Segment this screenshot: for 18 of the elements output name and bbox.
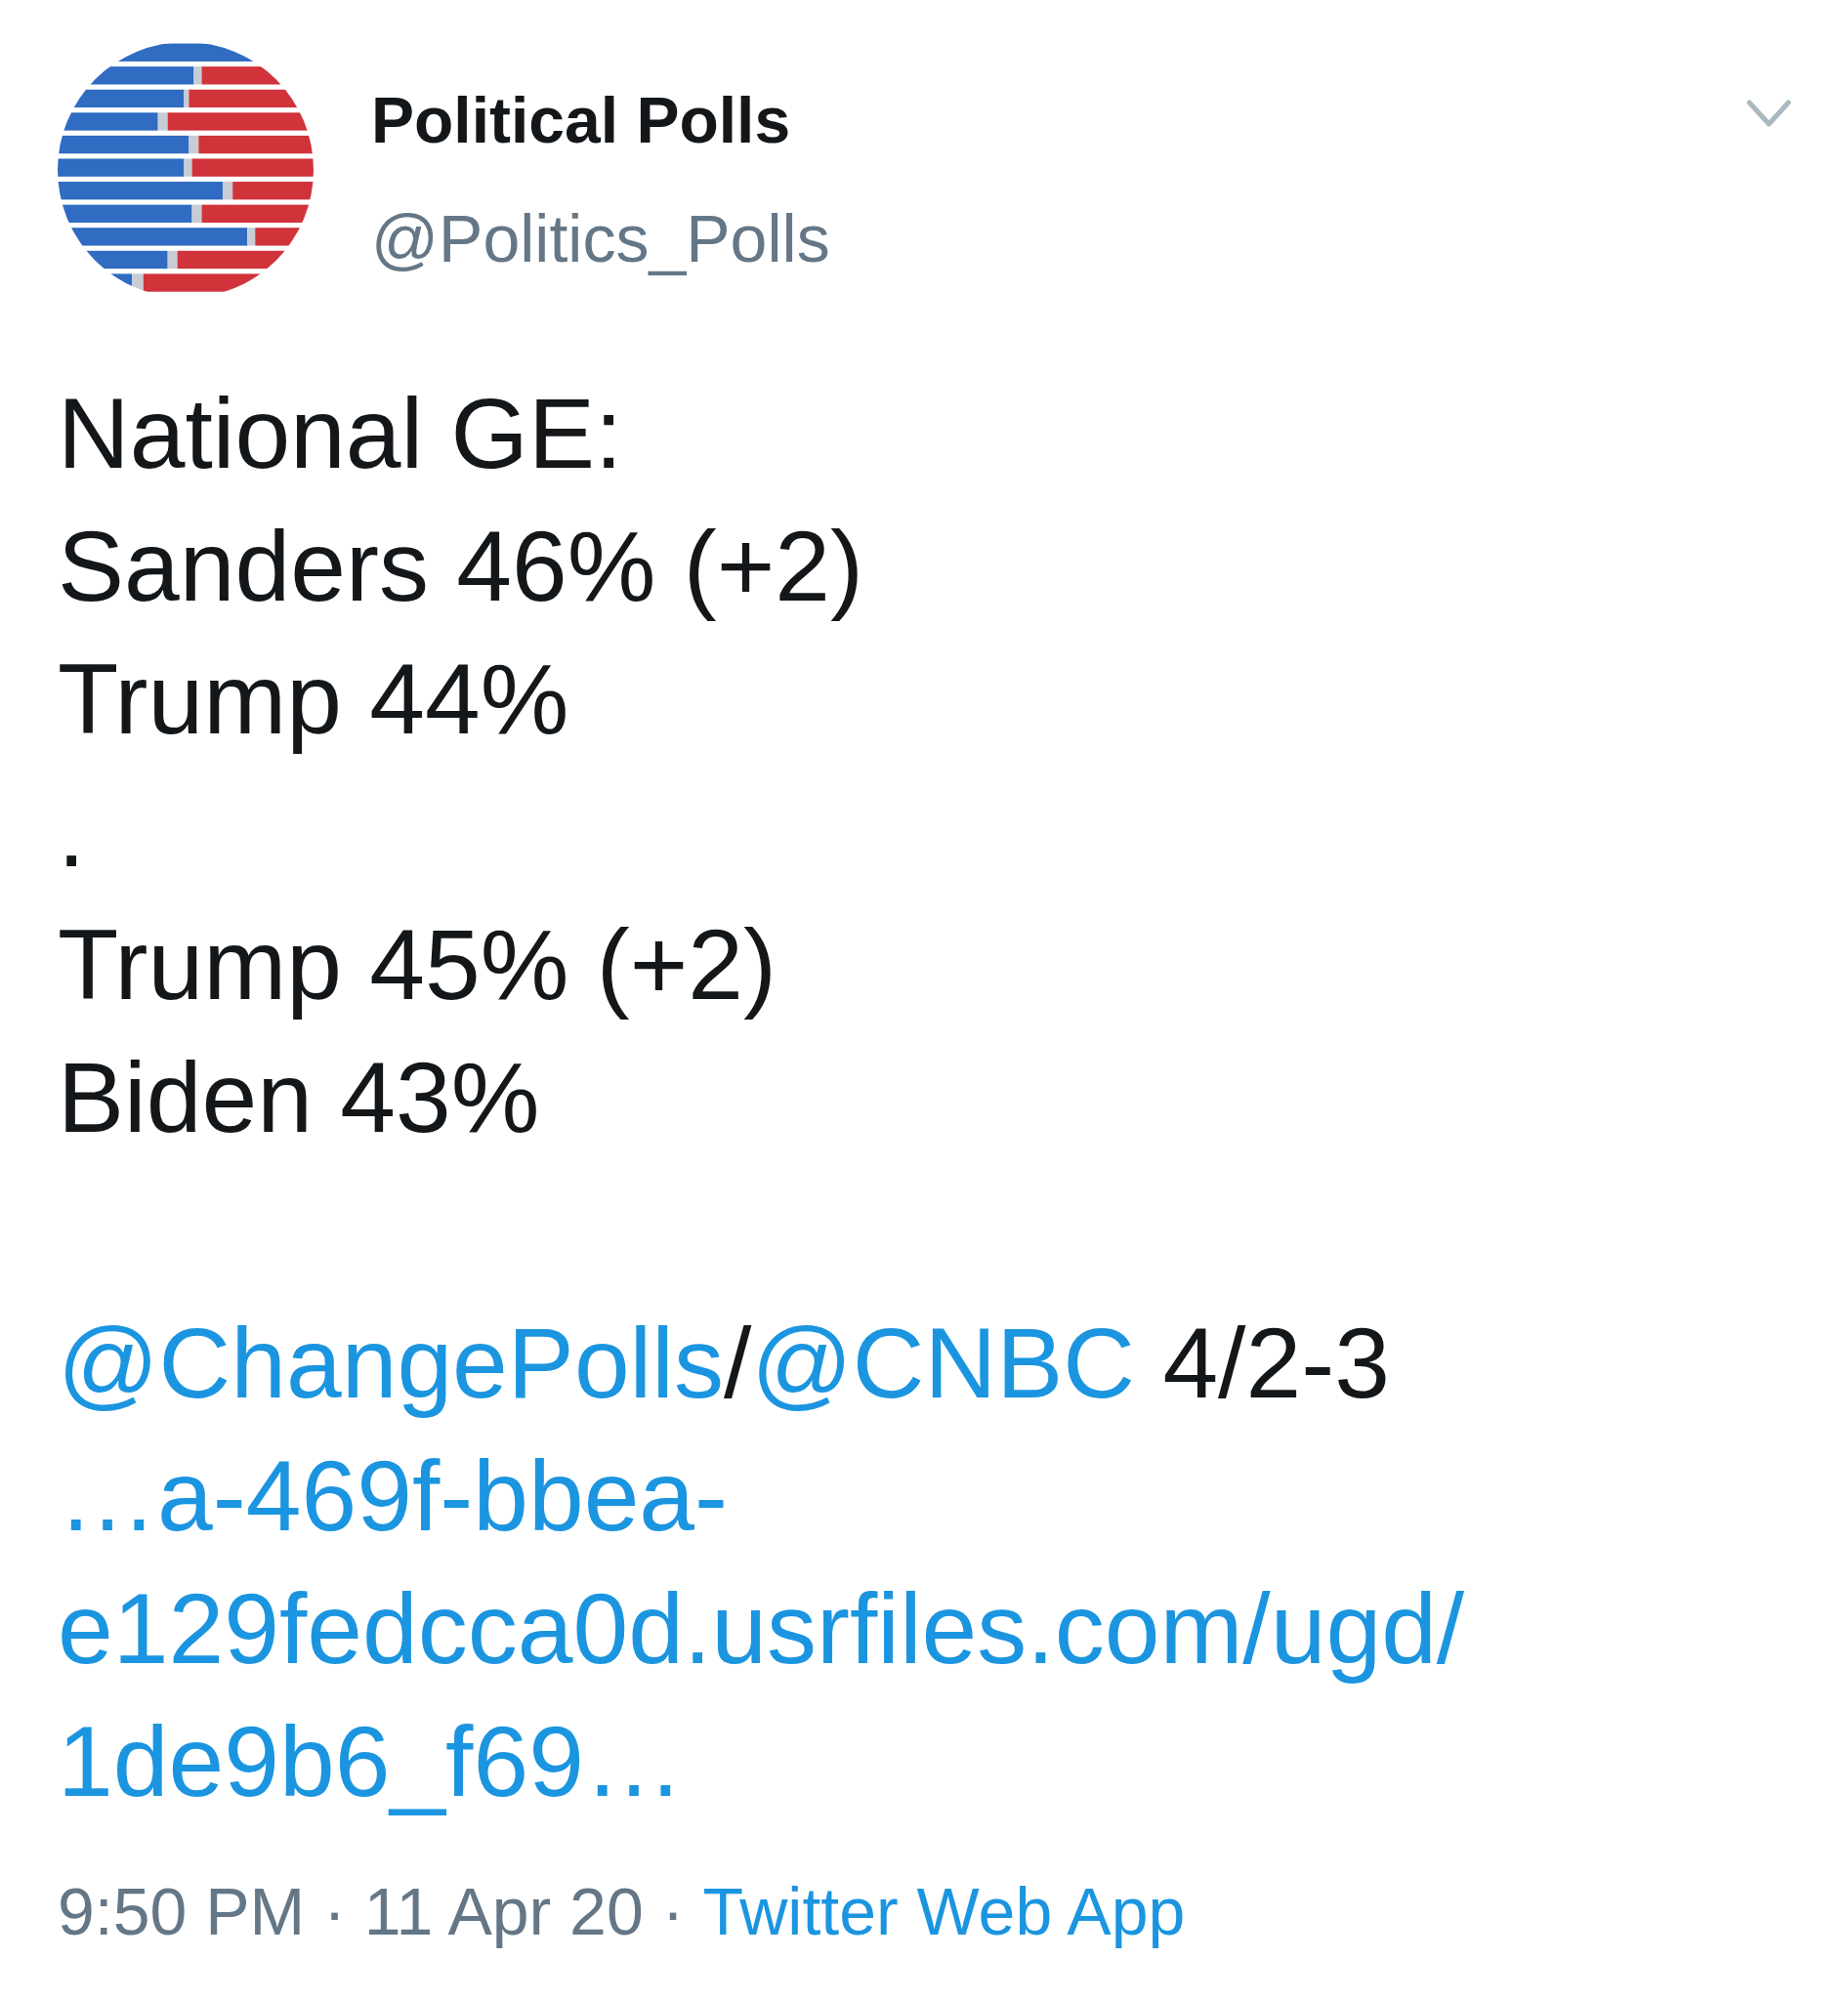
mention-link[interactable]: @ChangePolls [58, 1307, 724, 1422]
url-link[interactable]: …a-469f-bbea- [58, 1439, 729, 1555]
tweet-text: Biden 43% [58, 1041, 540, 1156]
tweet-text: National GE: [58, 377, 623, 492]
url-link[interactable]: 1de9b6_f69… [58, 1705, 684, 1820]
tweet-text: Trump 45% (+2) [58, 908, 777, 1023]
author-handle: @Politics_Polls [371, 200, 830, 277]
separator-text: · [661, 1872, 685, 1950]
tweet-text: Trump 44% [58, 643, 569, 758]
tweet-text: . [58, 775, 86, 891]
mention-link[interactable]: @CNBC [751, 1307, 1135, 1422]
tweet-text: / [723, 1307, 752, 1422]
timestamp-text: 9:50 PM · 11 Apr 20 [58, 1872, 644, 1950]
tweet-text: Sanders 46% (+2) [58, 510, 863, 625]
source-link[interactable]: Twitter Web App [702, 1872, 1186, 1950]
tweet-text: 4/2-3 [1162, 1307, 1390, 1422]
author-name[interactable]: Political Polls [371, 81, 830, 159]
url-link[interactable]: e129fedcca0d.usrfiles.com/ugd/ [58, 1572, 1465, 1688]
